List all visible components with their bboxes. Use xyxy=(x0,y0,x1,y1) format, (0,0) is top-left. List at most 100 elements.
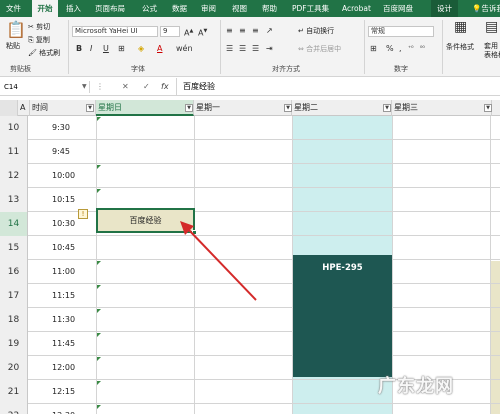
table-format-button[interactable]: 套用 表格格式 xyxy=(484,42,500,60)
row-header[interactable]: 22 xyxy=(0,404,28,414)
format-painter-button[interactable]: 🖌 格式刷 xyxy=(28,48,60,58)
arrow-shaft xyxy=(186,227,257,301)
row-header[interactable]: 16 xyxy=(0,260,28,284)
tab-help[interactable]: 帮助 xyxy=(260,0,279,17)
font-shrink-icon[interactable]: A▼ xyxy=(198,26,207,39)
number-format-combo[interactable]: 常规 xyxy=(368,26,434,37)
worksheet-grid[interactable]: 10 9:30 11 9:45 12 10:00 13 10:15 14 10:30 15… xyxy=(0,116,500,414)
tab-home[interactable]: 开始 xyxy=(32,0,58,17)
row-header[interactable]: 15 xyxy=(0,236,28,260)
font-size-combo[interactable]: 9 xyxy=(160,26,180,37)
column-header-a[interactable]: A xyxy=(18,100,30,116)
time-cell[interactable]: 11:00 xyxy=(52,260,75,284)
comma-icon[interactable]: , xyxy=(399,44,402,54)
time-cell[interactable]: 9:45 xyxy=(52,140,70,164)
copy-button[interactable]: ⎘ 复制 xyxy=(28,35,50,45)
filter-dropdown-icon[interactable]: ▼ xyxy=(383,104,391,112)
align-top-icon[interactable]: ≡ xyxy=(226,26,233,36)
formula-content[interactable]: 百度经验 xyxy=(183,81,215,93)
filter-dropdown-icon[interactable]: ▼ xyxy=(185,104,193,112)
tab-tell-me[interactable]: 💡告诉我 xyxy=(470,0,500,17)
tab-baidu-netdisk[interactable]: 百度网盘 xyxy=(381,0,415,17)
fill-color-icon[interactable]: ◈ xyxy=(138,44,144,54)
align-middle-icon[interactable]: ≡ xyxy=(239,26,246,36)
indent-icon[interactable]: ⇥ xyxy=(266,44,273,54)
row-header[interactable]: 20 xyxy=(0,356,28,380)
row-header[interactable]: 13 xyxy=(0,188,28,212)
filter-dropdown-icon[interactable]: ▼ xyxy=(484,104,492,112)
tab-data[interactable]: 数据 xyxy=(170,0,189,17)
time-cell[interactable]: 10:30 xyxy=(52,212,75,236)
row-header[interactable]: 19 xyxy=(0,332,28,356)
tab-acrobat[interactable]: Acrobat xyxy=(340,0,373,17)
tab-design[interactable]: 设计 xyxy=(431,0,458,17)
currency-icon[interactable]: ⊞ xyxy=(370,44,377,54)
name-box[interactable]: C14 xyxy=(2,81,90,93)
time-cell[interactable]: 10:00 xyxy=(52,164,75,188)
time-cell[interactable]: 10:15 xyxy=(52,188,75,212)
underline-icon[interactable]: U xyxy=(103,44,109,54)
paste-icon[interactable]: 📋 xyxy=(6,21,26,39)
merge-center-button[interactable]: ⇔ 合并后居中 xyxy=(298,44,341,54)
italic-icon[interactable]: I xyxy=(90,44,92,54)
column-gridline xyxy=(392,116,393,414)
chevron-down-icon[interactable]: ▼ xyxy=(82,82,87,92)
tab-review[interactable]: 审阅 xyxy=(199,0,218,17)
conditional-format-icon[interactable]: ▦ xyxy=(454,20,467,34)
tab-pdf-tools[interactable]: PDF工具集 xyxy=(290,0,331,17)
time-cell[interactable]: 9:30 xyxy=(52,116,70,140)
row-header[interactable]: 12 xyxy=(0,164,28,188)
time-cell[interactable]: 12:30 xyxy=(52,404,75,414)
row-header[interactable]: 10 xyxy=(0,116,28,140)
align-right-icon[interactable]: ☰ xyxy=(252,44,259,54)
align-bottom-icon[interactable]: ≡ xyxy=(252,26,259,36)
cut-button[interactable]: ✂ 剪切 xyxy=(28,22,50,32)
time-cell[interactable]: 11:45 xyxy=(52,332,75,356)
filter-dropdown-icon[interactable]: ▼ xyxy=(284,104,292,112)
row-header[interactable]: 21 xyxy=(0,380,28,404)
time-cell[interactable]: 10:45 xyxy=(52,236,75,260)
phonetic-icon[interactable]: wén xyxy=(176,44,193,54)
select-all-corner[interactable] xyxy=(0,100,18,116)
conditional-format-button[interactable]: 条件格式 xyxy=(446,42,474,52)
tab-view[interactable]: 视图 xyxy=(230,0,249,17)
wrap-text-button[interactable]: ↵ 自动换行 xyxy=(298,26,334,36)
confirm-icon[interactable]: ✓ xyxy=(143,82,150,92)
bold-icon[interactable]: B xyxy=(76,44,82,54)
row-header[interactable]: 11 xyxy=(0,140,28,164)
percent-icon[interactable]: % xyxy=(386,44,394,54)
tab-formulas[interactable]: 公式 xyxy=(140,0,159,17)
font-color-icon[interactable]: A xyxy=(157,44,162,54)
time-cell[interactable]: 11:15 xyxy=(52,284,75,308)
border-icon[interactable]: ⊞ xyxy=(118,44,125,54)
column-header-sunday[interactable]: 星期日 xyxy=(96,100,194,116)
font-name-combo[interactable]: Microsoft YaHei UI xyxy=(72,26,158,37)
warning-icon[interactable]: ! xyxy=(78,209,88,219)
time-cell[interactable]: 12:15 xyxy=(52,380,75,404)
row-header[interactable]: 18 xyxy=(0,308,28,332)
row-header[interactable]: 17 xyxy=(0,284,28,308)
time-cell[interactable]: 12:00 xyxy=(52,356,75,380)
annotation-arrow xyxy=(180,221,257,301)
decrease-decimal-icon[interactable]: ⁰⁰ xyxy=(420,44,425,54)
time-cell[interactable]: 11:30 xyxy=(52,308,75,332)
paste-button[interactable]: 粘贴 xyxy=(6,41,20,51)
column-header-tuesday[interactable]: 星期二 xyxy=(292,100,392,116)
event-block[interactable]: HPE-295 xyxy=(293,255,392,377)
orientation-icon[interactable]: ↗ xyxy=(266,26,273,36)
table-format-icon[interactable]: ▤ xyxy=(485,20,498,34)
align-left-icon[interactable]: ☰ xyxy=(226,44,233,54)
column-header-monday[interactable]: 星期一 xyxy=(194,100,292,116)
tab-file[interactable]: 文件 xyxy=(4,0,23,17)
row-header-selected[interactable]: 14 xyxy=(0,212,28,236)
tab-page-layout[interactable]: 页面布局 xyxy=(93,0,127,17)
increase-decimal-icon[interactable]: ⁺⁰ xyxy=(408,44,414,54)
align-center-icon[interactable]: ☰ xyxy=(239,44,246,54)
insert-function-icon[interactable]: fx xyxy=(161,82,169,92)
column-header-wednesday[interactable]: 星期三 xyxy=(392,100,492,116)
tab-insert[interactable]: 插入 xyxy=(64,0,83,17)
cancel-icon[interactable]: ✕ xyxy=(122,82,129,92)
font-grow-icon[interactable]: A▲ xyxy=(184,26,193,39)
filter-dropdown-icon[interactable]: ▼ xyxy=(86,104,94,112)
alignment-group-label: 对齐方式 xyxy=(272,65,300,73)
